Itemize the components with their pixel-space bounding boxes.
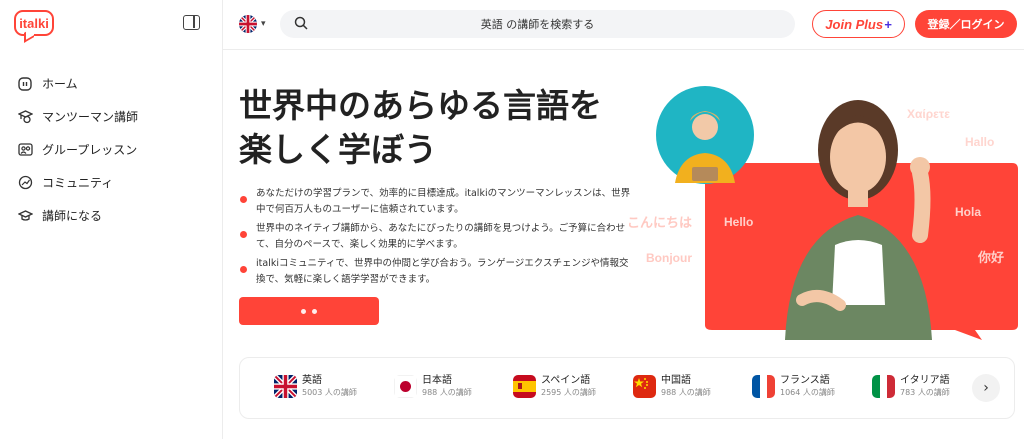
uk-flag-icon xyxy=(274,375,297,398)
hero-title-line2: 楽しく学ぼう xyxy=(239,130,437,169)
italy-flag-icon xyxy=(872,375,895,398)
group-icon xyxy=(17,142,33,158)
spain-flag-icon xyxy=(513,375,536,398)
france-flag-icon xyxy=(752,375,775,398)
graduation-cap-icon xyxy=(17,208,33,224)
italki-logo[interactable]: italki xyxy=(14,10,54,36)
language-item-italian[interactable]: イタリア語 783 人の講師 xyxy=(872,374,950,399)
sidebar-nav: ホーム マンツーマン講師 グループレッスン コミュニティ 講師になる xyxy=(0,67,222,232)
sidebar-item-tutors[interactable]: マンツーマン講師 xyxy=(0,100,222,133)
sidebar-item-home[interactable]: ホーム xyxy=(0,67,222,100)
community-icon xyxy=(17,175,33,191)
greeting-text: Hola xyxy=(955,205,982,219)
chevron-down-icon: ▾ xyxy=(261,19,266,29)
sidebar-item-group-lessons[interactable]: グループレッスン xyxy=(0,133,222,166)
carousel-next-button[interactable]: › xyxy=(972,374,1000,402)
loading-dot xyxy=(312,308,317,314)
language-carousel: 英語 5003 人の講師 日本語 988 人の講師 スペイン語 2595 人の講… xyxy=(239,357,1015,419)
sidebar: italki ホーム マンツーマン講師 グループレッスン コミュニティ 講師にな… xyxy=(0,0,223,439)
greeting-text: Bonjour xyxy=(646,251,692,265)
tutor-count: 783 人の講師 xyxy=(900,388,950,397)
language-name: 日本語 xyxy=(422,375,452,386)
china-flag-icon xyxy=(633,375,656,398)
sidebar-item-label: グループレッスン xyxy=(42,143,138,157)
hero-bullet: あなただけの学習プランで、効率的に目標達成。italkiのマンツーマンレッスンは… xyxy=(239,186,631,218)
search-icon xyxy=(294,16,308,30)
greeting-text: Hello xyxy=(724,215,754,229)
tutor-count: 988 人の講師 xyxy=(422,388,472,397)
hero-title: 世界中のあらゆる言語を 楽しく学ぼう xyxy=(239,84,639,172)
language-name: フランス語 xyxy=(780,375,830,386)
sidebar-item-label: ホーム xyxy=(42,77,78,91)
sidebar-item-become-tutor[interactable]: 講師になる xyxy=(0,199,222,232)
signup-login-button[interactable]: 登録／ログイン xyxy=(915,10,1017,38)
search-input[interactable]: 英語 の講師を検索する xyxy=(280,10,795,38)
japan-flag-icon xyxy=(394,375,417,398)
chevron-right-icon: › xyxy=(983,380,989,396)
sidebar-item-label: コミュニティ xyxy=(42,176,114,190)
loading-dot xyxy=(301,308,306,314)
hero-illustration: Χαίρετε Hallo こんにちは Hello Hola Bonjour 你… xyxy=(620,85,1020,340)
greeting-text: Χαίρετε xyxy=(907,107,950,121)
tutor-count: 988 人の講師 xyxy=(661,388,711,397)
hero-cta-button[interactable] xyxy=(239,297,379,325)
join-plus-button[interactable]: Join Plus + xyxy=(812,10,905,38)
home-icon xyxy=(17,76,33,92)
tutor-count: 1064 人の講師 xyxy=(780,388,835,397)
greeting-text: 你好 xyxy=(978,250,1005,265)
sidebar-collapse-icon[interactable] xyxy=(183,15,200,30)
login-label: 登録／ログイン xyxy=(927,18,1005,31)
language-name: 中国語 xyxy=(661,375,691,386)
uk-flag-icon xyxy=(239,15,257,33)
language-name: イタリア語 xyxy=(900,375,950,386)
greeting-text: Hallo xyxy=(965,135,995,149)
plus-mark: + xyxy=(884,16,892,32)
language-item-chinese[interactable]: 中国語 988 人の講師 xyxy=(633,374,711,399)
sidebar-item-community[interactable]: コミュニティ xyxy=(0,166,222,199)
language-name: 英語 xyxy=(302,375,322,386)
language-item-spanish[interactable]: スペイン語 2595 人の講師 xyxy=(513,374,596,399)
language-item-japanese[interactable]: 日本語 988 人の講師 xyxy=(394,374,472,399)
tutor-count: 5003 人の講師 xyxy=(302,388,357,397)
site-language-selector[interactable]: ▾ xyxy=(239,15,266,33)
language-item-french[interactable]: フランス語 1064 人の講師 xyxy=(752,374,835,399)
greeting-text: こんにちは xyxy=(627,215,693,230)
hero-bullets: あなただけの学習プランで、効率的に目標達成。italkiのマンツーマンレッスンは… xyxy=(239,186,631,291)
hero-bullet: italkiコミュニティで、世界中の仲間と学び合おう。ランゲージエクスチェンジや… xyxy=(239,256,631,288)
top-header: ▾ 英語 の講師を検索する Join Plus + 登録／ログイン xyxy=(223,0,1024,50)
sidebar-item-label: 講師になる xyxy=(42,209,103,223)
join-plus-label: Join Plus xyxy=(825,16,884,32)
sidebar-item-label: マンツーマン講師 xyxy=(42,110,139,124)
tutor-count: 2595 人の講師 xyxy=(541,388,596,397)
language-name: スペイン語 xyxy=(541,375,591,386)
search-placeholder: 英語 の講師を検索する xyxy=(480,18,595,31)
tutor-icon xyxy=(17,109,33,125)
logo-text: italki xyxy=(19,15,49,31)
hero-bullet: 世界中のネイティブ講師から、あなたにぴったりの講師を見つけよう。ご予算に合わせて… xyxy=(239,221,631,253)
language-item-english[interactable]: 英語 5003 人の講師 xyxy=(274,374,357,399)
hero-title-line1: 世界中のあらゆる言語を xyxy=(239,86,602,125)
